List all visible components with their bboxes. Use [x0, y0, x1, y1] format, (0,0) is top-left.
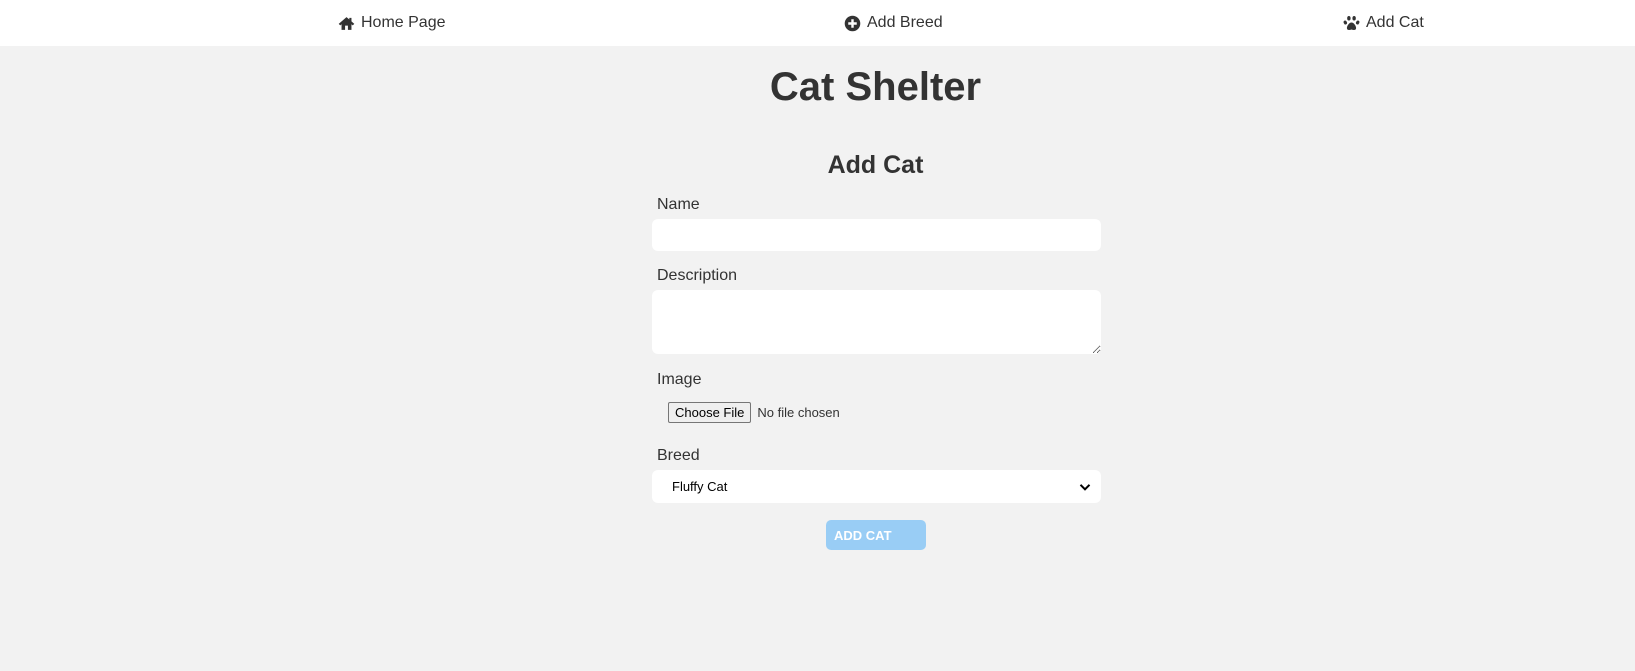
nav-add-cat-label: Add Cat [1366, 14, 1424, 31]
add-cat-submit-button[interactable]: ADD CAT [826, 520, 926, 550]
choose-file-button[interactable]: Choose File [668, 401, 752, 423]
name-label: Name [657, 196, 700, 213]
home-icon [338, 16, 355, 30]
image-file-input: Choose File No file chosen [668, 401, 840, 423]
file-status-text: No file chosen [757, 404, 840, 420]
name-input[interactable] [652, 219, 1101, 251]
nav-home-page-link[interactable]: Home Page [338, 0, 446, 46]
description-textarea[interactable] [652, 290, 1101, 354]
page-title: Cat Shelter [769, 65, 982, 109]
description-label: Description [657, 267, 738, 284]
nav-add-breed-label: Add Breed [867, 14, 943, 31]
breed-selected-value: Fluffy Cat [672, 479, 728, 494]
breed-select[interactable]: Fluffy Cat [652, 470, 1101, 503]
breed-label: Breed [657, 447, 700, 464]
chevron-down-icon [1079, 483, 1091, 491]
paw-icon [1343, 15, 1360, 30]
nav-add-cat-link[interactable]: Add Cat [1343, 0, 1424, 46]
image-label: Image [657, 371, 702, 388]
plus-circle-icon [844, 15, 861, 31]
nav-home-page-label: Home Page [361, 14, 446, 31]
form-title: Add Cat [827, 151, 924, 179]
nav-add-breed-link[interactable]: Add Breed [844, 0, 943, 46]
navbar: Home Page Add Breed Add Cat [0, 0, 1635, 46]
